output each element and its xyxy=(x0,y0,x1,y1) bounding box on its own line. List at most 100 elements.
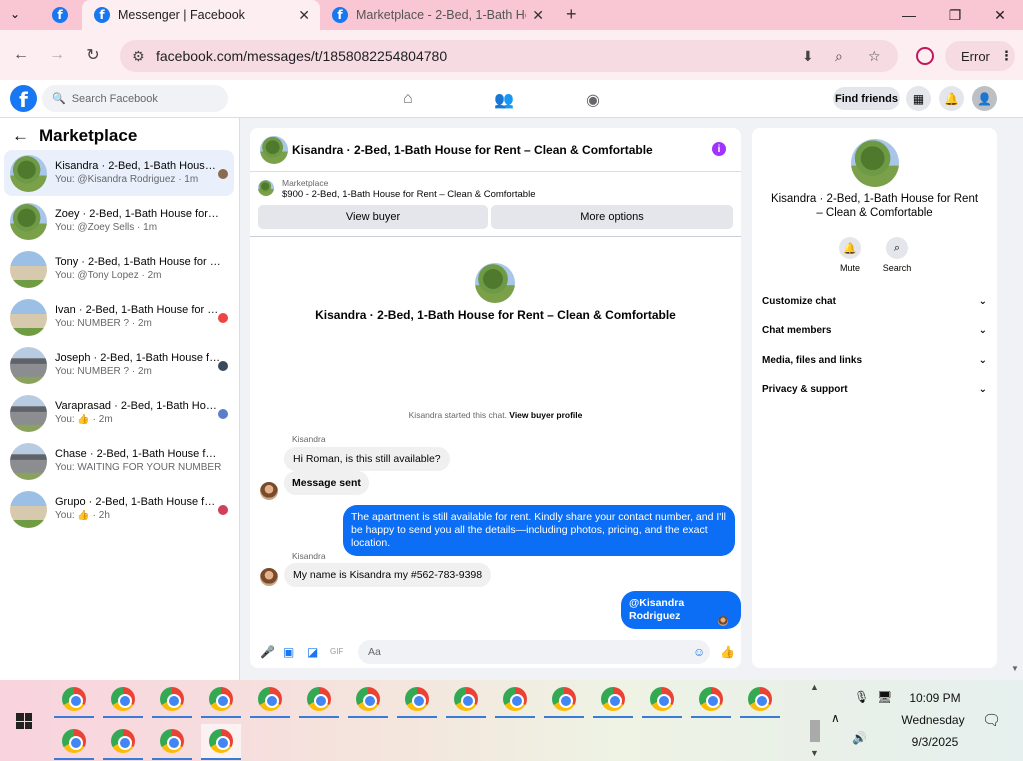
reload-button[interactable]: ↻ xyxy=(82,44,104,66)
chrome-taskbar-button[interactable] xyxy=(201,682,241,718)
bookmark-star-icon[interactable]: ☆ xyxy=(868,48,881,65)
conversation-preview: You: WAITING FOR YOUR NUMBER · 6m xyxy=(55,462,225,473)
home-icon[interactable]: ⌂ xyxy=(403,90,413,108)
chat-members-item[interactable]: Chat members ⌄ xyxy=(762,325,987,336)
chrome-taskbar-button[interactable] xyxy=(446,682,486,718)
sticker-icon[interactable]: ◪ xyxy=(307,645,318,659)
chat-title[interactable]: Kisandra · 2-Bed, 1-Bath House for Rent … xyxy=(292,143,653,157)
find-friends-button[interactable]: Find friends xyxy=(833,87,900,110)
close-icon[interactable]: ✕ xyxy=(298,7,310,24)
chrome-taskbar-button[interactable] xyxy=(642,682,682,718)
back-arrow-icon[interactable]: ← xyxy=(12,126,29,146)
search-input[interactable]: 🔍 Search Facebook xyxy=(42,85,228,112)
conversation-item[interactable]: Kisandra · 2-Bed, 1-Bath House for Rent … xyxy=(4,150,234,196)
like-thumb-icon[interactable]: 👍 xyxy=(720,645,735,659)
seen-receipt-avatar xyxy=(718,616,728,626)
menu-grid-icon[interactable]: ▦ xyxy=(906,86,931,111)
chrome-taskbar-button[interactable] xyxy=(103,682,143,718)
privacy-support-item[interactable]: Privacy & support ⌄ xyxy=(762,384,987,395)
site-info-icon[interactable]: ⚙ xyxy=(132,48,145,65)
tray-overflow-icon[interactable]: ∧ xyxy=(831,711,840,725)
back-button[interactable]: ← xyxy=(10,44,32,66)
facebook-logo[interactable]: f xyxy=(10,85,37,112)
media-files-links-item[interactable]: Media, files and links ⌄ xyxy=(762,355,987,366)
chat-avatar[interactable] xyxy=(260,136,288,164)
conversation-item[interactable]: Joseph · 2-Bed, 1-Bath House for Rent – … xyxy=(4,342,234,388)
gif-icon[interactable]: GIF xyxy=(330,647,343,656)
chrome-taskbar-button[interactable] xyxy=(691,682,731,718)
mic-tray-icon[interactable]: 🎙 xyxy=(854,690,869,704)
chrome-icon xyxy=(748,687,772,711)
account-avatar[interactable]: 👤 xyxy=(972,86,997,111)
error-label: Error xyxy=(961,48,990,64)
notifications-icon[interactable]: 🗨 xyxy=(982,711,1001,729)
profile-icon[interactable] xyxy=(916,47,934,65)
chrome-taskbar-button[interactable] xyxy=(152,682,192,718)
conversation-item[interactable]: Chase · 2-Bed, 1-Bath House for Rent – C… xyxy=(4,438,234,484)
close-window-button[interactable]: ✕ xyxy=(977,0,1023,30)
close-icon[interactable]: ✕ xyxy=(532,7,544,24)
sender-avatar[interactable] xyxy=(260,482,278,500)
windows-start-icon[interactable] xyxy=(16,713,32,729)
tab-marketplace[interactable]: f Marketplace - 2-Bed, 1-Bath Ho ✕ xyxy=(322,0,554,30)
conversation-item[interactable]: Varaprasad · 2-Bed, 1-Bath House for Ren… xyxy=(4,390,234,436)
sender-avatar[interactable] xyxy=(260,568,278,586)
chrome-taskbar-button[interactable] xyxy=(201,724,241,760)
page-scroll-down-arrow[interactable]: ▼ xyxy=(1011,664,1019,673)
chrome-taskbar-button[interactable] xyxy=(544,682,584,718)
conversation-item[interactable]: Zoey · 2-Bed, 1-Bath House for Rent – Cl… xyxy=(4,198,234,244)
scroll-up-arrow[interactable]: ▲ xyxy=(810,682,819,692)
friends-icon[interactable]: 👥 xyxy=(494,90,514,110)
tab-messenger[interactable]: f Messenger | Facebook ✕ xyxy=(82,0,320,30)
forward-button[interactable]: → xyxy=(46,44,68,66)
taskbar-scroll[interactable]: ▲ ▼ xyxy=(810,680,822,761)
photo-icon[interactable]: ▣ xyxy=(283,645,294,659)
clock-time[interactable]: 10:09 PM xyxy=(895,691,975,705)
conversation-item[interactable]: Ivan · 2-Bed, 1-Bath House for Rent – Cl… xyxy=(4,294,234,340)
info-icon[interactable]: i xyxy=(712,142,726,156)
clock-day[interactable]: Wednesday xyxy=(893,713,973,727)
view-buyer-profile-link[interactable]: View buyer profile xyxy=(509,410,582,420)
bell-icon: 🔔 xyxy=(839,237,861,259)
groups-icon[interactable]: ◉ xyxy=(586,90,600,110)
chrome-taskbar-button[interactable] xyxy=(103,724,143,760)
scroll-down-arrow[interactable]: ▼ xyxy=(810,748,819,758)
minimize-button[interactable]: — xyxy=(886,0,932,30)
restore-button[interactable]: ❐ xyxy=(932,0,978,30)
network-icon[interactable]: 🖥 xyxy=(877,690,892,704)
new-tab-button[interactable]: + xyxy=(566,4,577,25)
chrome-taskbar-button[interactable] xyxy=(495,682,535,718)
error-button[interactable]: Error ⋮ xyxy=(945,41,1015,71)
zoom-icon[interactable]: ⌕ xyxy=(835,48,843,65)
chrome-taskbar-button[interactable] xyxy=(348,682,388,718)
customize-chat-item[interactable]: Customize chat ⌄ xyxy=(762,296,987,307)
chrome-taskbar-button[interactable] xyxy=(397,682,437,718)
more-options-button[interactable]: More options xyxy=(491,205,733,229)
chrome-taskbar-button[interactable] xyxy=(54,724,94,760)
chrome-taskbar-button[interactable] xyxy=(593,682,633,718)
conversation-item[interactable]: Grupo · 2-Bed, 1-Bath House for Rent – C… xyxy=(4,486,234,532)
search-button[interactable]: ⌕ Search xyxy=(872,237,922,273)
listing-price[interactable]: $900 - 2-Bed, 1-Bath House for Rent – Cl… xyxy=(282,189,535,200)
notifications-bell-icon[interactable]: 🔔 xyxy=(939,86,964,111)
chrome-taskbar-button[interactable] xyxy=(250,682,290,718)
conversation-item[interactable]: Tony · 2-Bed, 1-Bath House for Rent – Cl… xyxy=(4,246,234,292)
address-bar[interactable]: ⚙ facebook.com/messages/t/18580822548047… xyxy=(120,40,898,72)
chrome-taskbar-button[interactable] xyxy=(152,724,192,760)
emoji-icon[interactable]: ☺ xyxy=(693,645,705,659)
chrome-taskbar-button[interactable] xyxy=(54,682,94,718)
view-buyer-button[interactable]: View buyer xyxy=(258,205,488,229)
mute-button[interactable]: 🔔 Mute xyxy=(825,237,875,273)
chrome-icon xyxy=(258,687,282,711)
clock-date[interactable]: 9/3/2025 xyxy=(895,735,975,749)
microphone-icon[interactable]: 🎤 xyxy=(260,645,275,659)
chrome-taskbar-button[interactable] xyxy=(299,682,339,718)
sender-name: Kisandra xyxy=(292,551,326,561)
pinned-facebook-tab[interactable]: f xyxy=(52,7,68,23)
scroll-thumb[interactable] xyxy=(810,720,820,742)
tab-search-button[interactable]: ⌄ xyxy=(10,7,20,21)
chrome-taskbar-button[interactable] xyxy=(740,682,780,718)
message-input[interactable]: Aa xyxy=(358,640,710,664)
volume-icon[interactable]: 🔊 xyxy=(852,731,867,745)
install-app-icon[interactable]: ⬇ xyxy=(802,48,814,65)
